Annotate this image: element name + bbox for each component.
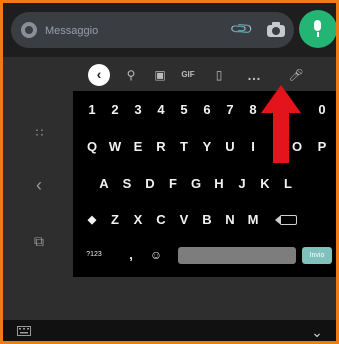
shift-key[interactable]: ◆ <box>81 209 103 231</box>
key[interactable]: H <box>208 173 230 195</box>
key[interactable]: F <box>162 173 184 195</box>
key[interactable]: N <box>219 209 241 231</box>
symbols-key[interactable]: ?123 <box>83 244 105 266</box>
key[interactable]: 4 <box>150 99 172 121</box>
enter-key[interactable]: Invio <box>302 247 332 264</box>
comma-key[interactable]: , <box>120 244 142 266</box>
float-keyboard-icon[interactable]: ⧉ <box>29 231 49 251</box>
key[interactable]: T <box>173 136 195 158</box>
key[interactable]: A <box>93 173 115 195</box>
emoji-key[interactable]: ☺ <box>145 244 167 266</box>
key[interactable]: M <box>242 209 264 231</box>
key[interactable]: 1 <box>81 99 103 121</box>
message-box: 📎 <box>11 12 294 48</box>
key[interactable]: U <box>219 136 241 158</box>
side-panel: ∷ ‹ ⧉ <box>3 97 73 320</box>
key[interactable]: Q <box>81 136 103 158</box>
space-key[interactable] <box>178 247 296 264</box>
key[interactable]: K <box>254 173 276 195</box>
attach-icon[interactable]: 📎 <box>229 17 254 42</box>
resize-icon[interactable]: ∷ <box>29 123 49 143</box>
key[interactable]: D <box>139 173 161 195</box>
sticker-icon[interactable]: ▣ <box>149 64 171 86</box>
key[interactable]: W <box>104 136 126 158</box>
emoji-icon[interactable] <box>21 22 37 38</box>
clipboard-icon[interactable]: ▯ <box>208 64 230 86</box>
key[interactable]: P <box>311 136 333 158</box>
red-arrow-annotation <box>261 85 301 163</box>
key[interactable]: 0 <box>311 99 333 121</box>
more-options-button[interactable]: … <box>243 64 265 86</box>
key[interactable]: 6 <box>196 99 218 121</box>
voice-input-icon[interactable]: 🎤︎ <box>285 64 307 86</box>
key[interactable]: G <box>185 173 207 195</box>
keyboard-switch-icon[interactable] <box>17 326 31 338</box>
key[interactable]: S <box>116 173 138 195</box>
search-icon[interactable]: ⚲ <box>120 64 142 86</box>
camera-icon[interactable] <box>266 21 286 39</box>
chevron-left-icon[interactable]: ‹ <box>29 175 49 195</box>
key[interactable]: Y <box>196 136 218 158</box>
message-input[interactable] <box>43 21 187 41</box>
key[interactable]: Z <box>104 209 126 231</box>
key[interactable]: L <box>277 173 299 195</box>
key[interactable]: B <box>196 209 218 231</box>
key[interactable]: 5 <box>173 99 195 121</box>
key[interactable]: 3 <box>127 99 149 121</box>
key[interactable]: E <box>127 136 149 158</box>
key[interactable]: C <box>150 209 172 231</box>
key[interactable]: V <box>173 209 195 231</box>
chevron-down-icon[interactable]: ⌄ <box>307 322 327 341</box>
key[interactable]: J <box>231 173 253 195</box>
key[interactable]: R <box>150 136 172 158</box>
gif-button[interactable]: GIF <box>177 64 199 86</box>
compose-bar: 📎 <box>3 3 336 57</box>
keyboard-nav-bar: ⌄ <box>3 320 336 341</box>
phone-screen: 📎 ‹ ⚲ ▣ GIF ▯ … 🎤︎ ∷ ‹ ⧉ <box>0 0 339 344</box>
key[interactable]: X <box>127 209 149 231</box>
key[interactable]: 2 <box>104 99 126 121</box>
mic-button[interactable] <box>299 10 336 48</box>
back-icon[interactable]: ‹ <box>88 64 110 86</box>
backspace-key[interactable] <box>275 209 302 231</box>
key[interactable]: 7 <box>219 99 241 121</box>
backspace-icon <box>275 214 297 225</box>
